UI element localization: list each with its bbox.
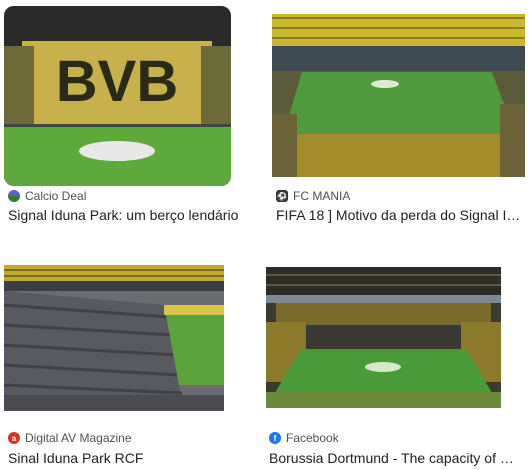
result-source-4[interactable]: f Facebook bbox=[269, 431, 339, 445]
result-title-4[interactable]: Borussia Dortmund - The capacity of the … bbox=[269, 450, 516, 466]
result-image-2[interactable] bbox=[272, 14, 525, 177]
result-source-1[interactable]: Calcio Deal bbox=[8, 189, 86, 203]
result-title-1[interactable]: Signal Iduna Park: um berço lendário bbox=[8, 207, 248, 223]
result-image-3[interactable] bbox=[4, 265, 224, 411]
facebook-favicon-icon: f bbox=[269, 432, 281, 444]
result-title-2[interactable]: FIFA 18 ] Motivo da perda do Signal Idun… bbox=[276, 207, 526, 223]
source-label: Facebook bbox=[286, 431, 339, 445]
source-label: Digital AV Magazine bbox=[25, 431, 132, 445]
fc-mania-favicon-icon: ⚽ bbox=[276, 190, 288, 202]
digital-av-favicon-icon: a bbox=[8, 432, 20, 444]
source-label: Calcio Deal bbox=[25, 189, 87, 203]
result-title-3[interactable]: Sinal Iduna Park RCF bbox=[8, 450, 248, 466]
result-source-3[interactable]: a Digital AV Magazine bbox=[8, 431, 132, 445]
result-source-2[interactable]: ⚽ FC MANIA bbox=[276, 189, 350, 203]
source-label: FC MANIA bbox=[293, 189, 351, 203]
result-image-1[interactable]: BVB bbox=[4, 6, 231, 186]
tifo-text: BVB bbox=[56, 49, 178, 114]
calcio-deal-favicon-icon bbox=[8, 190, 20, 202]
result-image-4[interactable] bbox=[266, 267, 501, 408]
